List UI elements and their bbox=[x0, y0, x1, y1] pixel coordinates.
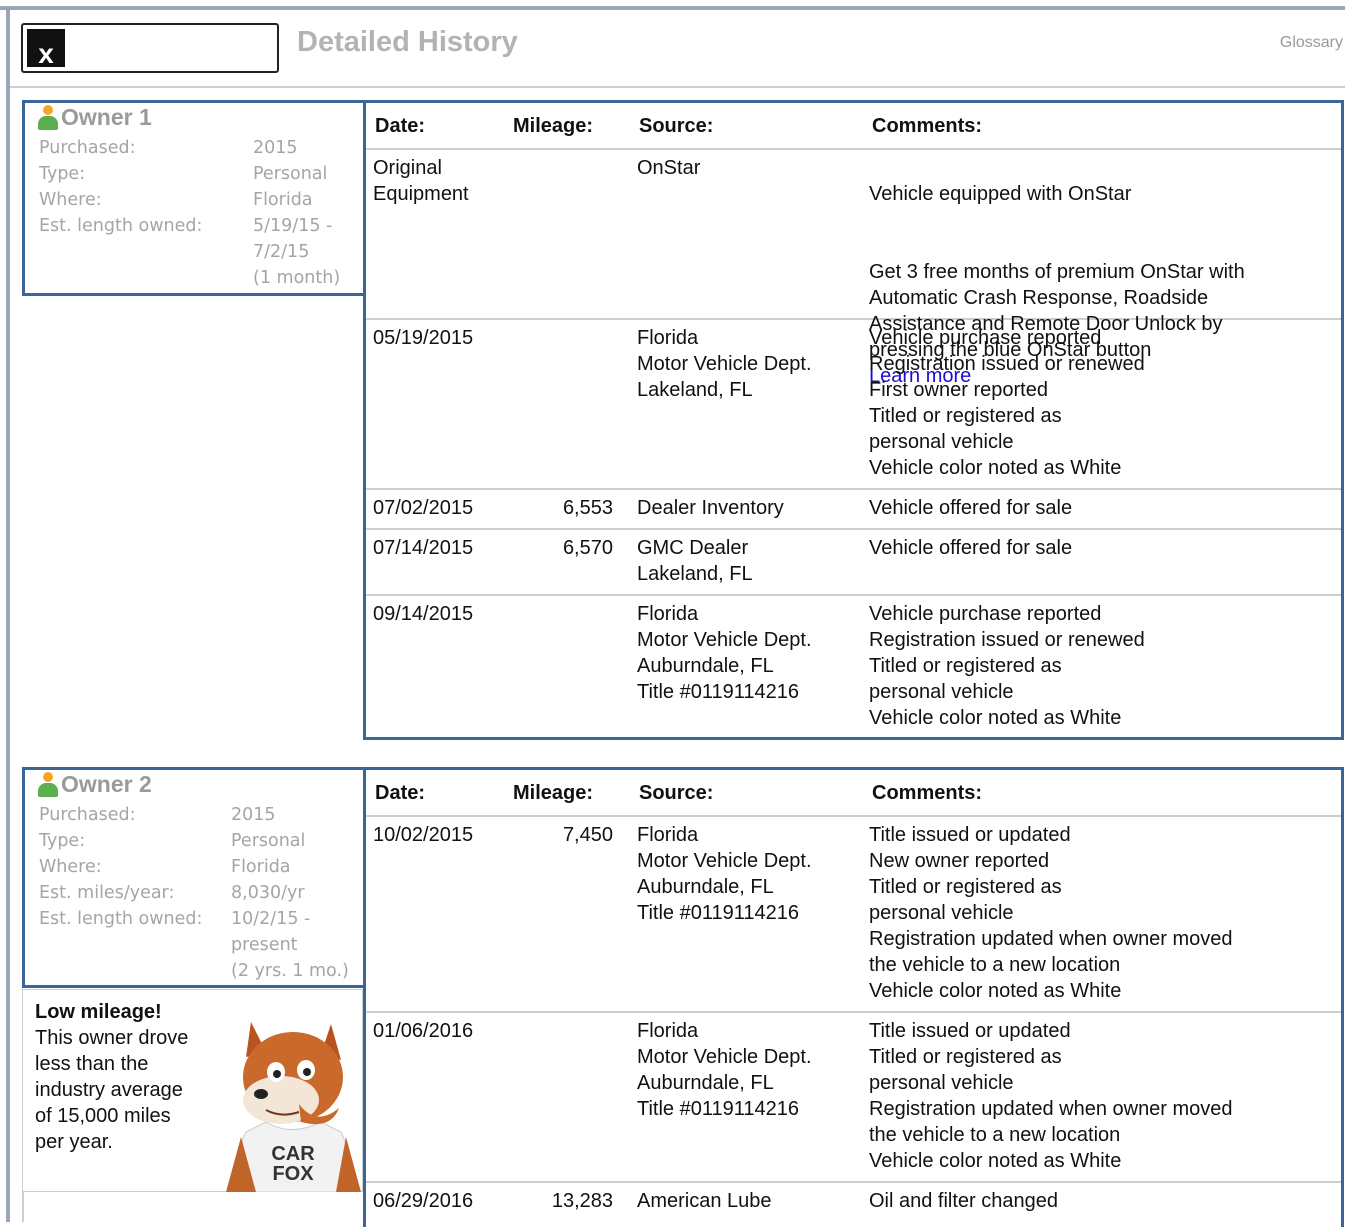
report-header: C A R F A x Detailed History Glossary bbox=[10, 10, 1345, 88]
row-date: 09/14/2015 bbox=[373, 603, 474, 625]
row-date: 07/14/2015 bbox=[373, 537, 474, 559]
person-icon bbox=[37, 771, 59, 798]
row-date: 01/06/2016 bbox=[373, 1020, 474, 1042]
info-value: 8,030/yr bbox=[231, 883, 305, 903]
comment-text: Vehicle equipped with OnStar bbox=[869, 183, 1132, 205]
info-value: 2015 bbox=[253, 138, 298, 158]
info-value: 5/19/15 - 7/2/15 (1 month) bbox=[253, 216, 341, 288]
logo-letter: x bbox=[27, 29, 65, 68]
row-comments: Vehicle offered for sale bbox=[869, 497, 1073, 519]
row-comments: Oil and filter changed bbox=[869, 1190, 1059, 1212]
table-row: Original Equipment OnStar Vehicle equipp… bbox=[366, 150, 1341, 387]
callout-body: This owner drove less than the industry … bbox=[35, 1027, 189, 1153]
header-source: Source: bbox=[639, 115, 714, 137]
row-mileage: 13,283 bbox=[551, 1190, 613, 1212]
header-mileage: Mileage: bbox=[513, 782, 594, 804]
row-source: Florida Motor Vehicle Dept. Lakeland, FL bbox=[637, 327, 812, 401]
info-value: 10/2/15 - present (2 yrs. 1 mo.) bbox=[231, 909, 349, 981]
table-row: 05/19/2015 Florida Motor Vehicle Dept. L… bbox=[366, 320, 1341, 490]
header-date: Date: bbox=[375, 782, 426, 804]
info-value: Florida bbox=[231, 857, 291, 877]
table-header-row: Date: Mileage: Source: Comments: bbox=[366, 770, 1341, 817]
row-comments: Title issued or updated Titled or regist… bbox=[869, 1020, 1233, 1172]
info-label: Where: bbox=[39, 857, 102, 877]
info-value: Florida bbox=[253, 190, 313, 210]
row-date: 05/19/2015 bbox=[373, 327, 474, 349]
table-header-row: Date: Mileage: Source: Comments: bbox=[366, 103, 1341, 150]
row-comments: Vehicle purchase reported Registration i… bbox=[869, 603, 1145, 729]
person-icon bbox=[37, 104, 59, 131]
row-source: Dealer Inventory bbox=[637, 497, 784, 519]
owner-title-text: Owner 2 bbox=[61, 771, 152, 797]
row-comments: Title issued or updated New owner report… bbox=[869, 824, 1233, 1002]
owner-1-history-table: Date: Mileage: Source: Comments: Origina… bbox=[363, 100, 1344, 740]
low-mileage-callout: Low mileage! This owner drove less than … bbox=[22, 989, 363, 1192]
row-date: 06/29/2016 bbox=[373, 1190, 474, 1212]
table-row: 10/02/2015 7,450 Florida Motor Vehicle D… bbox=[366, 817, 1341, 1013]
mascot-shirt-text-2: FOX bbox=[272, 1163, 314, 1185]
row-source: Florida Motor Vehicle Dept. Auburndale, … bbox=[637, 603, 812, 703]
row-mileage: 6,570 bbox=[562, 537, 613, 559]
row-mileage: 6,553 bbox=[562, 497, 613, 519]
table-row: 07/02/2015 6,553 Dealer Inventory Vehicl… bbox=[366, 490, 1341, 530]
header-mileage: Mileage: bbox=[513, 115, 594, 137]
row-source: GMC Dealer Lakeland, FL bbox=[637, 537, 753, 585]
header-comments: Comments: bbox=[872, 782, 983, 804]
header-date: Date: bbox=[375, 115, 426, 137]
row-source: American Lube bbox=[637, 1190, 772, 1212]
owner-1-summary: Owner 1 Purchased: Type: Where: Est. len… bbox=[22, 100, 366, 296]
header-comments: Comments: bbox=[872, 115, 983, 137]
row-source: OnStar bbox=[637, 157, 701, 179]
info-label: Est. length owned: bbox=[39, 216, 203, 236]
info-label: Purchased: bbox=[39, 805, 136, 825]
owner-2-history-table: Date: Mileage: Source: Comments: 10/02/2… bbox=[363, 767, 1344, 1227]
owner-2-summary: Owner 2 Purchased: Type: Where: Est. mil… bbox=[22, 767, 366, 988]
row-comments: Vehicle offered for sale bbox=[869, 537, 1073, 559]
row-date: Original Equipment bbox=[373, 157, 469, 205]
info-label: Type: bbox=[39, 164, 86, 184]
row-source: Florida Motor Vehicle Dept. Auburndale, … bbox=[637, 824, 812, 924]
table-row: 06/29/2016 13,283 American Lube Oil and … bbox=[366, 1183, 1341, 1223]
glossary-link[interactable]: Glossary bbox=[1280, 34, 1343, 52]
table-row: 01/06/2016 Florida Motor Vehicle Dept. A… bbox=[366, 1013, 1341, 1183]
owner-title-text: Owner 1 bbox=[61, 104, 152, 130]
info-value: 2015 bbox=[231, 805, 276, 825]
owner-title: Owner 1 bbox=[37, 104, 152, 131]
callout-heading: Low mileage! bbox=[35, 1001, 162, 1023]
info-value: Personal bbox=[253, 164, 328, 184]
callout-divider bbox=[22, 1192, 24, 1222]
info-label: Type: bbox=[39, 831, 86, 851]
row-mileage: 7,450 bbox=[562, 824, 613, 846]
info-label: Purchased: bbox=[39, 138, 136, 158]
info-label: Est. miles/year: bbox=[39, 883, 175, 903]
owner-title: Owner 2 bbox=[37, 771, 152, 798]
header-source: Source: bbox=[639, 782, 714, 804]
info-label: Est. length owned: bbox=[39, 909, 203, 929]
info-label: Where: bbox=[39, 190, 102, 210]
table-row: 09/14/2015 Florida Motor Vehicle Dept. A… bbox=[366, 596, 1341, 737]
row-source: Florida Motor Vehicle Dept. Auburndale, … bbox=[637, 1020, 812, 1120]
info-value: Personal bbox=[231, 831, 306, 851]
callout-text: Low mileage! This owner drove less than … bbox=[35, 999, 225, 1155]
page-top-frame bbox=[0, 0, 1345, 10]
row-comments: Vehicle purchase reported Registration i… bbox=[869, 327, 1145, 479]
row-date: 07/02/2015 bbox=[373, 497, 474, 519]
carfox-mascot-image: CAR FOX bbox=[226, 1022, 361, 1192]
table-row: 07/14/2015 6,570 GMC Dealer Lakeland, FL… bbox=[366, 530, 1341, 596]
page-left-frame bbox=[6, 6, 10, 1222]
row-date: 10/02/2015 bbox=[373, 824, 474, 846]
carfax-logo[interactable]: C A R F A x bbox=[21, 23, 279, 73]
mascot-shirt-text-1: CAR bbox=[271, 1143, 315, 1165]
page-title: Detailed History bbox=[297, 26, 518, 58]
